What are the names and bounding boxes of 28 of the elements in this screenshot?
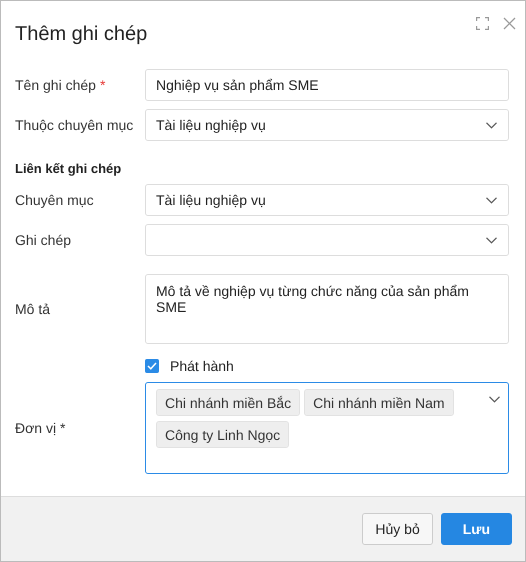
- dialog-title: Thêm ghi chép: [15, 23, 148, 46]
- checkbox-label: Phát hành: [170, 358, 234, 374]
- tag: Công ty Linh Ngọc: [156, 421, 290, 448]
- chevron-down-icon: [489, 396, 500, 403]
- select-field[interactable]: Tài liệu nghiệp vụ: [145, 109, 509, 141]
- select-field[interactable]: [145, 224, 509, 256]
- description-field[interactable]: Mô tả về nghiệp vụ từng chức năng của sản phẩm SME: [145, 274, 509, 344]
- field-label: Thuộc chuyên mục: [15, 117, 134, 133]
- cancel-button[interactable]: Hủy bỏ: [362, 513, 433, 545]
- section-title: Liên kết ghi chép: [15, 161, 122, 176]
- field-label: Ghi chép: [15, 232, 72, 248]
- chevron-down-icon: [486, 196, 497, 204]
- tag: Chi nhánh miền Nam: [304, 389, 454, 416]
- required-mark: *: [100, 77, 106, 93]
- text-field[interactable]: Nghiệp vụ sản phẩm SME: [145, 69, 509, 101]
- multi-select-field[interactable]: Chi nhánh miền Bắc Chi nhánh miền Nam Công ty Linh Ngọc: [145, 382, 509, 474]
- field-label: Tên ghi chép: [15, 77, 96, 93]
- field-label: Chuyên mục: [15, 192, 94, 208]
- field-label: Mô tả: [15, 301, 50, 317]
- chevron-down-icon: [486, 236, 497, 244]
- select-field[interactable]: Tài liệu nghiệp vụ: [145, 184, 509, 216]
- maximize-icon[interactable]: [476, 17, 489, 30]
- field-label: Đơn vị *: [15, 420, 66, 436]
- chevron-down-icon: [486, 122, 497, 128]
- save-button[interactable]: Lưu: [440, 513, 512, 545]
- tag: Chi nhánh miền Bắc: [156, 389, 300, 416]
- close-icon[interactable]: [503, 17, 516, 30]
- checkbox[interactable]: [145, 359, 159, 373]
